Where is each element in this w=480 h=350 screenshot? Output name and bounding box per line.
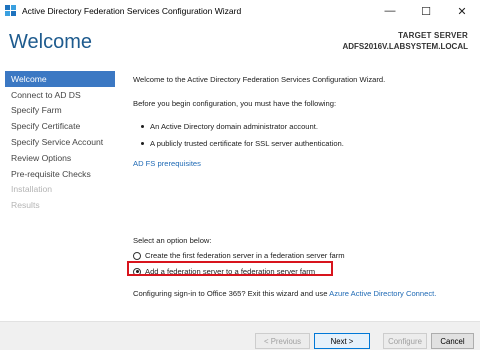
wizard-footer: < Previous Next > Configure Cancel (0, 321, 480, 350)
office-365-note: Configuring sign-in to Office 365? Exit … (133, 289, 436, 298)
next-button[interactable]: Next > (314, 333, 370, 349)
sidebar-item-specify-farm[interactable]: Specify Farm (5, 103, 115, 119)
sidebar-item-installation: Installation (11, 184, 53, 195)
option-label: Create the first federation server in a … (145, 251, 345, 260)
bullet-item: A publicly trusted certificate for SSL s… (141, 139, 344, 148)
sidebar-item-results: Results (11, 200, 40, 211)
bullet-text: A publicly trusted certificate for SSL s… (150, 139, 344, 148)
azure-ad-connect-link[interactable]: Azure Active Directory Connect. (329, 289, 436, 298)
sidebar-item-specify-certificate[interactable]: Specify Certificate (5, 118, 115, 134)
configure-button[interactable]: Configure (383, 333, 427, 349)
bullet-dot-icon (141, 141, 144, 145)
target-server-block: TARGET SERVER ADFS2016V.LABSYSTEM.LOCAL (342, 31, 468, 51)
highlight-annotation-box (127, 261, 333, 276)
previous-button[interactable]: < Previous (255, 333, 310, 349)
option-create-first-server[interactable]: Create the first federation server in a … (133, 251, 345, 260)
intro-text: Welcome to the Active Directory Federati… (133, 75, 386, 84)
sidebar-item-welcome[interactable]: Welcome (5, 71, 115, 87)
sidebar-item-connect-to-ad-ds[interactable]: Connect to AD DS (5, 87, 115, 103)
wizard-steps-sidebar: Welcome Connect to AD DS Specify Farm Sp… (5, 71, 115, 213)
target-server-value: ADFS2016V.LABSYSTEM.LOCAL (342, 42, 468, 51)
sidebar-item-prerequisite-checks[interactable]: Pre-requisite Checks (5, 166, 115, 182)
adfs-app-icon (5, 5, 17, 17)
window-controls: — ☐ ✕ (372, 0, 480, 22)
window-title: Active Directory Federation Services Con… (22, 6, 242, 16)
close-button[interactable]: ✕ (444, 0, 480, 22)
adfs-prerequisites-link[interactable]: AD FS prerequisites (133, 159, 201, 168)
target-server-label: TARGET SERVER (398, 31, 468, 40)
radio-button[interactable] (133, 251, 141, 260)
bullet-text: An Active Directory domain administrator… (150, 122, 318, 131)
minimize-button[interactable]: — (372, 0, 408, 22)
sidebar-item-specify-service-account[interactable]: Specify Service Account (5, 134, 115, 150)
page-title: Welcome (9, 31, 92, 53)
bullet-item: An Active Directory domain administrator… (141, 122, 318, 131)
maximize-button[interactable]: ☐ (408, 0, 444, 22)
title-bar: Active Directory Federation Services Con… (0, 0, 480, 22)
before-text: Before you begin configuration, you must… (133, 99, 337, 108)
sidebar-item-review-options[interactable]: Review Options (5, 150, 115, 166)
bullet-dot-icon (141, 124, 144, 128)
cancel-button[interactable]: Cancel (431, 333, 474, 349)
office-365-text: Configuring sign-in to Office 365? Exit … (133, 289, 328, 298)
select-option-label: Select an option below: (133, 236, 212, 245)
